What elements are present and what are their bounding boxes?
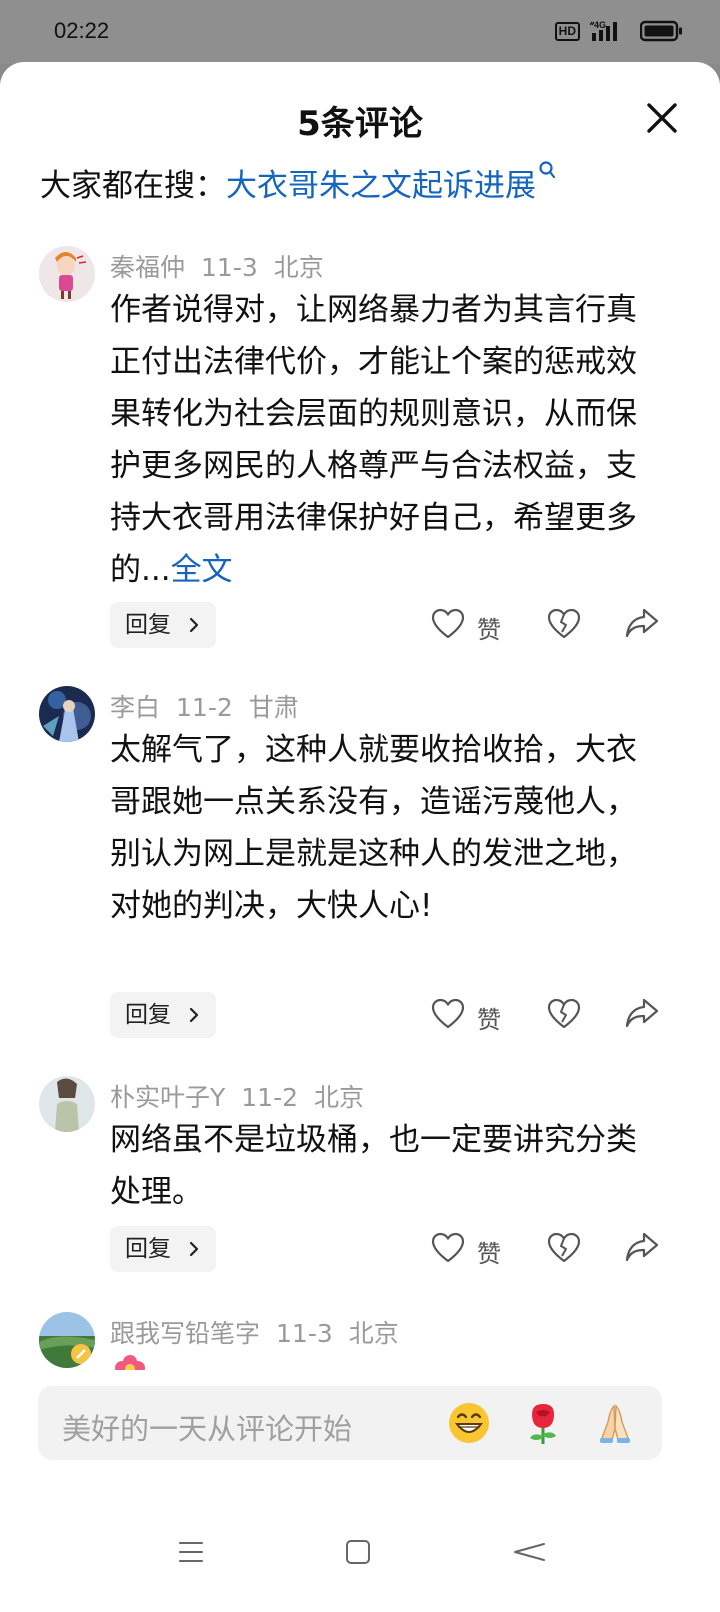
comment-username[interactable]: 秦福仲 bbox=[110, 253, 185, 282]
signal-icon: 4G bbox=[590, 20, 617, 41]
comment-location: 甘肃 bbox=[248, 693, 299, 722]
share-icon[interactable] bbox=[624, 1231, 660, 1263]
comment-username[interactable]: 跟我写铅笔字 bbox=[110, 1319, 260, 1348]
menu-icon[interactable] bbox=[177, 1538, 205, 1566]
sheet-title: 5条评论 bbox=[297, 104, 423, 144]
pray-emoji-icon[interactable] bbox=[592, 1400, 638, 1446]
dislike-broken-heart-icon[interactable] bbox=[547, 998, 581, 1030]
comment-meta: 跟我写铅笔字 11-3 北京 bbox=[110, 1314, 415, 1350]
home-square-icon[interactable] bbox=[344, 1538, 372, 1566]
avatar-image bbox=[39, 1076, 95, 1132]
avatar[interactable] bbox=[39, 686, 95, 742]
share-icon[interactable] bbox=[624, 607, 660, 639]
reply-button[interactable]: 回复 bbox=[110, 1226, 216, 1272]
avatar[interactable] bbox=[39, 1076, 95, 1132]
hot-search-link[interactable]: 大衣哥朱之文起诉进展 bbox=[226, 168, 536, 204]
reply-button[interactable]: 回复 bbox=[110, 992, 216, 1038]
like-label[interactable]: 赞 bbox=[477, 610, 501, 645]
comment-location: 北京 bbox=[314, 1083, 365, 1112]
chevron-right-icon bbox=[189, 1007, 199, 1023]
close-icon[interactable] bbox=[642, 98, 682, 138]
comment-input-placeholder[interactable]: 美好的一天从评论开始 bbox=[62, 1406, 352, 1448]
flower-emoji bbox=[115, 1355, 145, 1370]
comment-body: 太解气了，这种人就要收拾收拾，大衣哥跟她一点关系没有，造谣污蔑他人，别认为网上是… bbox=[110, 732, 637, 924]
comment-date: 11-3 bbox=[201, 253, 258, 282]
heart-icon[interactable] bbox=[431, 998, 465, 1030]
comment-location: 北京 bbox=[273, 253, 324, 282]
like-label[interactable]: 赞 bbox=[477, 1234, 501, 1269]
avatar-image bbox=[39, 686, 95, 742]
status-bar: 02:22 HD 4G bbox=[0, 0, 720, 64]
comment-input-bar[interactable]: 美好的一天从评论开始 bbox=[38, 1386, 662, 1460]
back-icon[interactable] bbox=[512, 1538, 546, 1566]
comment-text: 作者说得对，让网络暴力者为其言行真正付出法律代价，才能让个案的惩戒效果转化为社会… bbox=[110, 292, 637, 588]
hot-search-bar: 大家都在搜：大衣哥朱之文起诉进展 bbox=[40, 160, 556, 205]
grin-emoji-icon[interactable] bbox=[446, 1400, 492, 1446]
expand-full-link[interactable]: 全文 bbox=[171, 552, 233, 588]
chevron-right-icon bbox=[189, 617, 199, 633]
comment-date: 11-2 bbox=[241, 1083, 299, 1112]
status-time: 02:22 bbox=[54, 18, 110, 43]
comment-location: 北京 bbox=[348, 1319, 399, 1348]
search-icon bbox=[539, 161, 556, 179]
status-icons: HD 4G bbox=[554, 19, 684, 43]
share-icon[interactable] bbox=[624, 997, 660, 1029]
comment-meta: 李白 11-2 甘肃 bbox=[110, 688, 315, 724]
comment-meta: 朴实叶子Y 11-2 北京 bbox=[110, 1078, 380, 1114]
comments-sheet: 5条评论 大家都在搜：大衣哥朱之文起诉进展 秦福仲 11-3 北京 作者说得对，让网… bbox=[0, 62, 720, 1612]
avatar-image bbox=[39, 246, 95, 302]
dislike-broken-heart-icon[interactable] bbox=[547, 1232, 581, 1264]
comment-body: 作者说得对，让网络暴力者为其言行真正付出法律代价，才能让个案的惩戒效果转化为社会… bbox=[110, 284, 640, 596]
comment-username[interactable]: 朴实叶子Y bbox=[110, 1083, 225, 1112]
chevron-right-icon bbox=[189, 1241, 199, 1257]
comment-username[interactable]: 李白 bbox=[110, 693, 160, 722]
comment-date: 11-2 bbox=[176, 693, 233, 722]
dislike-broken-heart-icon[interactable] bbox=[547, 608, 581, 640]
heart-icon[interactable] bbox=[431, 608, 465, 640]
comment-body: 网络虽不是垃圾桶，也一定要讲究分类处理。 bbox=[110, 1122, 637, 1210]
avatar[interactable] bbox=[39, 246, 95, 302]
hd-badge: HD bbox=[554, 21, 580, 41]
reply-label: 回复 bbox=[125, 1002, 171, 1028]
rose-emoji-icon[interactable] bbox=[520, 1400, 566, 1446]
network-label: 4G bbox=[594, 20, 606, 30]
reply-label: 回复 bbox=[125, 1236, 171, 1262]
hot-search-prefix: 大家都在搜： bbox=[40, 168, 226, 204]
like-label[interactable]: 赞 bbox=[477, 1000, 501, 1035]
comment-item: 跟我写铅笔字 11-3 北京 bbox=[0, 1312, 720, 1370]
reply-button[interactable]: 回复 bbox=[110, 602, 216, 648]
comment-meta: 秦福仲 11-3 北京 bbox=[110, 248, 340, 284]
heart-icon[interactable] bbox=[431, 1232, 465, 1264]
comment-date: 11-3 bbox=[276, 1319, 333, 1348]
avatar[interactable] bbox=[39, 1312, 95, 1368]
system-nav-bar bbox=[0, 1502, 720, 1612]
reply-label: 回复 bbox=[125, 612, 171, 638]
avatar-image bbox=[39, 1312, 95, 1368]
battery-icon bbox=[640, 20, 682, 42]
